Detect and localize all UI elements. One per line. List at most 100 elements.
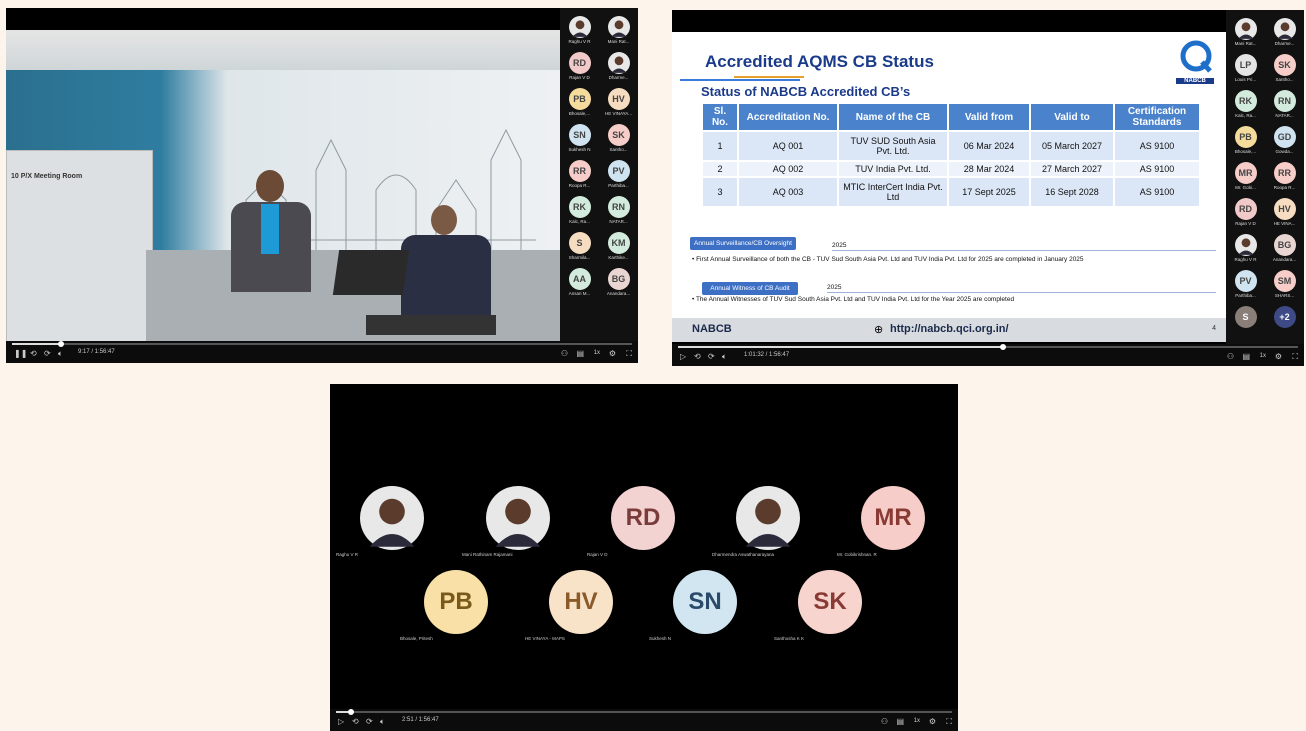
forward-icon[interactable]: ⟳ [366,717,373,726]
fullscreen-icon[interactable]: ⛶ [1292,352,1298,362]
avatar: HV [1273,198,1296,220]
participant-tile[interactable]: LP Louis Pri... [1226,50,1265,87]
play-icon[interactable]: ▷ [338,717,344,726]
participant-name: Raghu V R [336,552,359,557]
participant-name: Parthiba... [608,183,629,188]
captions-icon[interactable]: ▤ [896,717,904,726]
participant-tile[interactable]: RN NATAR... [1265,86,1304,123]
progress-track[interactable] [336,709,952,715]
participant-name: Ansari M... [568,291,591,296]
speed-button[interactable]: 1x [914,718,920,724]
avatar: GD [1273,126,1296,148]
rewind-icon[interactable]: ⟲ [352,717,359,726]
table-cell: AS 9100 [1113,160,1201,178]
participant-tile[interactable]: HV HE VINA... [1265,194,1304,231]
participant-tile[interactable]: S Sharmila... [560,228,599,265]
table-cell: 05 March 2027 [1029,130,1115,162]
forward-icon[interactable]: ⟳ [708,352,715,361]
participant-name: Mr. Gobikrishnan. R [837,552,877,557]
speed-button[interactable]: 1x [1260,353,1266,359]
participant-tile[interactable]: SK Santho... [599,120,638,157]
play-icon[interactable]: ▷ [680,352,686,361]
section-text: • First Annual Surveillance of both the … [692,256,1084,263]
rewind-icon[interactable]: ⟲ [30,349,37,358]
participant-tile[interactable]: Raghu V R [1226,230,1265,267]
avatar-photo [486,486,550,550]
participant-name: Rajan V D [569,75,590,80]
table-header: Sl. No. [701,102,739,132]
globe-icon: ⊕ [874,324,884,336]
progress-handle[interactable] [999,344,1006,350]
avatar-photo [1234,18,1257,40]
participant-tile[interactable]: Raghu V R [560,12,599,49]
settings-icon[interactable]: ⚙ [1275,352,1282,361]
captions-icon[interactable]: ▤ [1242,352,1250,361]
participant-tile[interactable]: Mani Rat... [1226,14,1265,51]
avatar: RD [611,486,675,550]
avatar: PB [568,88,591,110]
progress-handle[interactable] [57,341,64,347]
participant-tile[interactable]: MR Mr. Gobi... [1226,158,1265,195]
fullscreen-icon[interactable]: ⛶ [946,717,952,727]
progress-handle[interactable] [347,709,354,715]
participant-tile[interactable]: SM SHARS... [1265,266,1304,303]
volume-icon[interactable]: 🔈︎ [58,349,63,359]
avatar: RK [568,196,591,218]
participant-tile[interactable]: RK Kalc, Ra... [1226,86,1265,123]
participant-name: Sukhesh N [568,147,591,152]
participant-tile[interactable]: Mani Rat... [599,12,638,49]
participant-tile[interactable]: BG Anandara... [1265,230,1304,267]
progress-track[interactable] [678,344,1298,350]
table-cell: 16 Sept 2028 [1029,176,1115,208]
participant-name: Parthiba... [1235,293,1256,298]
participant-tile[interactable]: RR Roopa R... [560,156,599,193]
participant-tile[interactable]: RN NATAR... [599,192,638,229]
participant-name: Dharmendra Aswathanarayana [712,552,775,557]
participant-tile[interactable]: KM Karthike... [599,228,638,265]
participant-tile[interactable]: Dharme... [1265,14,1304,51]
forward-icon[interactable]: ⟳ [44,349,51,358]
participant-tile[interactable]: BG Anandara... [599,264,638,301]
volume-icon[interactable]: 🔈︎ [722,352,727,362]
participant-tile[interactable]: +2 [1265,302,1304,339]
participant-tile[interactable]: AA Ansari M... [560,264,599,301]
participant-tile[interactable]: RR Roopa R... [1265,158,1304,195]
avatar: RN [607,196,630,218]
table-header: Certification Standards [1113,102,1201,132]
progress-track[interactable] [12,341,632,347]
captions-icon[interactable]: ▤ [576,349,584,358]
play-icon[interactable]: ❚❚ [14,349,27,358]
table-row: 1 AQ 001 TUV SUD South Asia Pvt. Ltd. 06… [701,130,1201,162]
volume-icon[interactable]: 🔈︎ [380,717,385,727]
speed-button[interactable]: 1x [594,350,600,356]
participant-name: Dharme... [608,75,629,80]
settings-icon[interactable]: ⚙ [929,717,936,726]
participant-tile[interactable]: RD Rajan V D [560,48,599,85]
participant-tile[interactable]: PB Bhosale,... [560,84,599,121]
participant-sidebar: Mani Rat... Dharme... LP Louis Pri... SK Sant… [1226,10,1304,344]
rewind-icon[interactable]: ⟲ [694,352,701,361]
people-icon[interactable]: ⚇ [881,717,888,726]
people-icon[interactable]: ⚇ [1227,352,1234,361]
table-cell: MTIC InterCert India Pvt. Ltd [837,176,949,208]
participant-name: NATAR... [609,219,628,224]
fullscreen-icon[interactable]: ⛶ [626,349,632,359]
people-icon[interactable]: ⚇ [561,349,568,358]
participant-tile[interactable]: GD Gowda... [1265,122,1304,159]
participant-tile[interactable]: PV Parthiba... [599,156,638,193]
participant-tile[interactable]: RD Rajan V D [1226,194,1265,231]
settings-icon[interactable]: ⚙ [609,349,616,358]
participant-tile[interactable]: SK Santho... [1265,50,1304,87]
participant-tile[interactable]: RK Kalc, Ra... [560,192,599,229]
participant-tile[interactable]: HV HE VINAYA... [599,84,638,121]
participant-name: Sharmila... [568,255,591,260]
table-cell: 3 [701,176,739,208]
avatar-photo [607,52,630,74]
participant-tile[interactable]: Dharme... [599,48,638,85]
avatar: MR [861,486,925,550]
participant-tile[interactable]: S [1226,302,1265,339]
participant-tile[interactable]: SN Sukhesh N [560,120,599,157]
participant-tile[interactable]: PV Parthiba... [1226,266,1265,303]
avatar: LP [1234,54,1257,76]
participant-tile[interactable]: PB Bhosale,... [1226,122,1265,159]
